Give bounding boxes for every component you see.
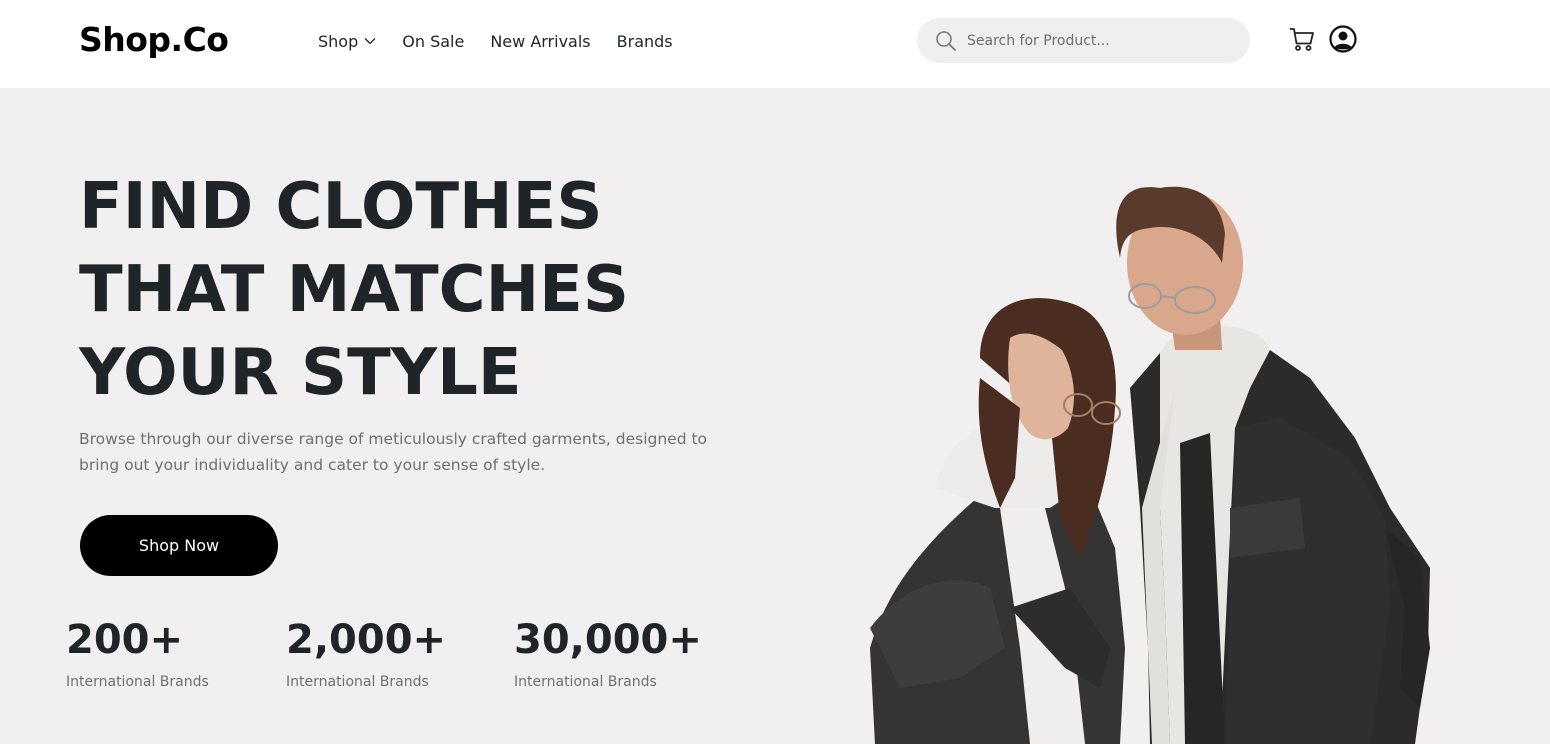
search-bar[interactable] bbox=[917, 18, 1250, 63]
account-button[interactable] bbox=[1329, 25, 1357, 57]
hero-description-line: bring out your individuality and cater t… bbox=[79, 456, 546, 474]
hero-headline-line: YOUR STYLE bbox=[79, 336, 522, 410]
top-navigation-bar: Shop.Co Shop On Sale New Arrivals Brands bbox=[0, 0, 1550, 88]
nav-item-new-arrivals-label: New Arrivals bbox=[490, 31, 591, 51]
hero-description-line: Browse through our diverse range of meti… bbox=[79, 430, 708, 448]
hero-description: Browse through our diverse range of meti… bbox=[79, 426, 709, 478]
stat-customers: 30,000+ International Brands bbox=[514, 616, 702, 690]
nav-item-brands[interactable]: Brands bbox=[617, 32, 673, 51]
main-nav: Shop On Sale New Arrivals Brands bbox=[318, 28, 699, 54]
nav-item-on-sale-label: On Sale bbox=[402, 31, 465, 51]
user-account-icon bbox=[1329, 25, 1357, 57]
stat-value: 200+ bbox=[66, 617, 184, 663]
shop-now-button[interactable]: Shop Now bbox=[80, 515, 278, 576]
brand-logo[interactable]: Shop.Co bbox=[79, 18, 229, 62]
stat-label: International Brands bbox=[286, 674, 429, 690]
stat-brands: 200+ International Brands bbox=[66, 616, 209, 690]
hero-headline-line: FIND CLOTHES bbox=[79, 170, 603, 244]
stat-value: 30,000+ bbox=[514, 617, 702, 663]
search-icon bbox=[935, 30, 957, 52]
chevron-down-icon bbox=[364, 37, 376, 45]
nav-item-shop[interactable]: Shop bbox=[318, 32, 376, 51]
cart-button[interactable] bbox=[1288, 27, 1316, 55]
nav-item-brands-label: Brands bbox=[616, 31, 673, 51]
nav-item-shop-label: Shop bbox=[318, 31, 359, 51]
hero-image-couple bbox=[870, 186, 1430, 744]
cart-icon bbox=[1289, 26, 1315, 56]
stat-label: International Brands bbox=[66, 674, 209, 690]
search-input[interactable] bbox=[967, 32, 1227, 49]
hero-headline: FIND CLOTHES THAT MATCHES YOUR STYLE bbox=[79, 166, 629, 415]
stat-value: 2,000+ bbox=[286, 617, 447, 663]
hero-headline-line: THAT MATCHES bbox=[79, 253, 629, 327]
nav-item-on-sale[interactable]: On Sale bbox=[402, 32, 464, 51]
nav-item-new-arrivals[interactable]: New Arrivals bbox=[490, 32, 590, 51]
hero-section: FIND CLOTHES THAT MATCHES YOUR STYLE Bro… bbox=[0, 88, 1550, 744]
stat-label: International Brands bbox=[514, 674, 657, 690]
stat-products: 2,000+ International Brands bbox=[286, 616, 446, 690]
